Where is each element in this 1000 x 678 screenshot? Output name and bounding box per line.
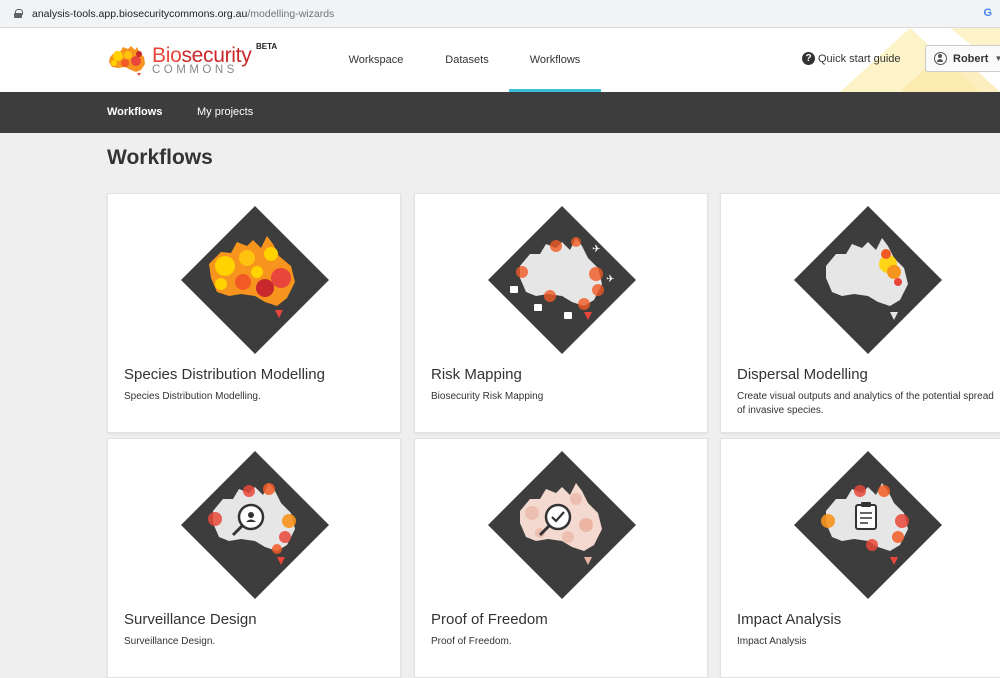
card-title: Proof of Freedom <box>431 611 548 628</box>
page-title: Workflows <box>107 146 213 169</box>
dispersal-map-icon <box>794 206 942 354</box>
workflow-card-surveillance-design[interactable]: Surveillance Design Surveillance Design. <box>107 438 401 678</box>
help-circle-icon: ? <box>802 52 815 65</box>
surveillance-magnifier-icon <box>181 451 329 599</box>
svg-text:✈: ✈ <box>592 244 600 255</box>
url-domain: analysis-tools.app.biosecuritycommons.or… <box>32 7 248 20</box>
user-menu-button[interactable]: Robert ▼ <box>925 45 1000 72</box>
nav-workspace[interactable]: Workspace <box>340 28 412 92</box>
card-description: Biosecurity Risk Mapping <box>431 391 544 402</box>
card-description: Surveillance Design. <box>124 636 216 647</box>
chevron-down-icon: ▼ <box>994 54 1000 63</box>
impact-clipboard-icon <box>794 451 942 599</box>
sub-navigation: Workflows My projects <box>0 92 1000 133</box>
url-path: /modelling-wizards <box>247 7 335 20</box>
lock-icon <box>14 9 23 18</box>
quick-start-guide-link[interactable]: ? Quick start guide <box>802 52 901 65</box>
risk-map-icon: ✈ ✈ <box>488 206 636 354</box>
svg-text:✈: ✈ <box>606 274 614 285</box>
workflow-card-species-distribution[interactable]: Species Distribution Modelling Species D… <box>107 193 401 433</box>
url-text[interactable]: analysis-tools.app.biosecuritycommons.or… <box>32 8 334 20</box>
proof-checkmark-icon <box>488 451 636 599</box>
card-title: Impact Analysis <box>737 611 842 628</box>
beta-badge: BETA <box>256 42 278 51</box>
user-avatar-icon <box>934 52 947 65</box>
card-description: Impact Analysis <box>737 636 807 647</box>
biosecurity-commons-logo[interactable]: Biosecurity COMMONS BETA <box>106 40 277 80</box>
card-title: Dispersal Modelling <box>737 366 868 383</box>
logo-commons: COMMONS <box>152 64 238 76</box>
user-name: Robert <box>953 52 989 65</box>
workflow-card-impact-analysis[interactable]: Impact Analysis Impact Analysis <box>720 438 1000 678</box>
card-description: Create visual outputs and analytics of t… <box>737 391 994 416</box>
card-title: Surveillance Design <box>124 611 257 628</box>
nav-datasets[interactable]: Datasets <box>434 28 500 92</box>
workflow-card-proof-of-freedom[interactable]: Proof of Freedom Proof of Freedom. <box>414 438 708 678</box>
heatmap-australia-icon <box>181 206 329 354</box>
card-description: Proof of Freedom. <box>431 636 512 647</box>
subnav-workflows[interactable]: Workflows <box>107 92 162 133</box>
google-icon[interactable]: G <box>983 7 992 19</box>
card-title: Risk Mapping <box>431 366 522 383</box>
subnav-my-projects[interactable]: My projects <box>197 92 253 133</box>
card-description: Species Distribution Modelling. <box>124 391 261 402</box>
browser-address-bar[interactable]: analysis-tools.app.biosecuritycommons.or… <box>0 0 1000 28</box>
nav-workflows[interactable]: Workflows <box>509 28 601 92</box>
quick-start-label: Quick start guide <box>818 52 901 65</box>
card-title: Species Distribution Modelling <box>124 366 325 383</box>
workflow-card-dispersal-modelling[interactable]: Dispersal Modelling Create visual output… <box>720 193 1000 433</box>
app-header: Biosecurity COMMONS BETA Workspace Datas… <box>0 28 1000 92</box>
workflow-card-risk-mapping[interactable]: ✈ ✈ Risk Mapping Biosecurity Risk Mappin… <box>414 193 708 433</box>
logo-australia-icon <box>109 46 145 76</box>
